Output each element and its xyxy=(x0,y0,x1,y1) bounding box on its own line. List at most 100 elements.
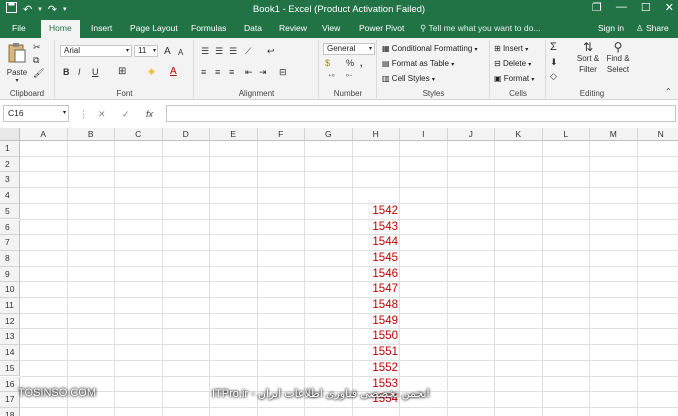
bold-button[interactable]: B xyxy=(63,67,70,78)
row-header-18[interactable]: 18 xyxy=(0,407,20,416)
column-header-l[interactable]: L xyxy=(542,128,590,141)
row-header-13[interactable]: 13 xyxy=(0,329,20,346)
select-all-corner[interactable] xyxy=(0,128,20,141)
column-header-d[interactable]: D xyxy=(162,128,210,141)
row-header-7[interactable]: 7 xyxy=(0,235,20,251)
italic-button[interactable]: I xyxy=(78,67,81,78)
row-header-3[interactable]: 3 xyxy=(0,172,20,189)
column-header-g[interactable]: G xyxy=(305,128,353,141)
number-format-select[interactable]: General ▾ xyxy=(323,43,375,55)
insert-function-button[interactable]: fx xyxy=(146,109,153,119)
cell-h5[interactable]: 1542 xyxy=(352,204,398,220)
column-header-b[interactable]: B xyxy=(67,128,115,141)
share-button[interactable]: ♙ Share xyxy=(636,23,669,34)
borders-icon[interactable]: ⊞ xyxy=(118,66,126,77)
row-header-6[interactable]: 6 xyxy=(0,219,20,236)
tab-page-layout[interactable]: Page Layout xyxy=(130,23,178,33)
orientation-icon[interactable]: ⟋ xyxy=(245,46,251,57)
font-size-select[interactable]: 11 ▾ xyxy=(134,45,158,57)
cancel-icon[interactable]: ✕ xyxy=(98,109,106,120)
cell-h8[interactable]: 1545 xyxy=(352,251,398,267)
merge-center-icon[interactable]: ⊟ xyxy=(279,67,287,78)
ribbon-display-icon[interactable]: ❐ xyxy=(592,1,602,14)
row-header-5[interactable]: 5 xyxy=(0,203,20,220)
cell-h9[interactable]: 1546 xyxy=(352,267,398,283)
column-header-n[interactable]: N xyxy=(637,128,678,141)
cell-h15[interactable]: 1552 xyxy=(352,361,398,377)
column-header-e[interactable]: E xyxy=(210,128,258,141)
align-center-icon[interactable]: ≡ xyxy=(215,67,220,78)
conditional-formatting-button[interactable]: ▦ Conditional Formatting ▾ xyxy=(382,43,478,56)
percent-button[interactable]: % xyxy=(346,58,354,69)
comma-style-button[interactable]: , xyxy=(360,58,363,69)
tab-home[interactable]: Home xyxy=(41,20,80,38)
align-middle-icon[interactable]: ☰ xyxy=(215,46,223,57)
minimize-icon[interactable]: — xyxy=(616,1,627,14)
copy-icon[interactable]: ⧉ xyxy=(33,55,39,66)
format-cells-button[interactable]: ▣ Format ▾ xyxy=(494,73,534,86)
grow-font-button[interactable]: A xyxy=(164,46,171,57)
align-left-icon[interactable]: ≡ xyxy=(201,67,206,78)
row-header-14[interactable]: 14 xyxy=(0,345,20,361)
column-header-m[interactable]: M xyxy=(590,128,638,141)
insert-cells-button[interactable]: ⊞ Insert ▾ xyxy=(494,43,528,56)
row-header-9[interactable]: 9 xyxy=(0,266,20,283)
formula-input[interactable] xyxy=(166,105,676,122)
find-select-button[interactable]: ⚲ Find & Select xyxy=(603,41,633,75)
decrease-indent-icon[interactable]: ⇤ xyxy=(245,67,253,78)
cell-h13[interactable]: 1550 xyxy=(352,329,398,345)
tab-insert[interactable]: Insert xyxy=(91,23,112,33)
delete-cells-button[interactable]: ⊟ Delete ▾ xyxy=(494,58,531,71)
cut-icon[interactable]: ✂ xyxy=(33,42,41,53)
row-header-8[interactable]: 8 xyxy=(0,250,20,267)
cell-h7[interactable]: 1544 xyxy=(352,235,398,251)
column-header-f[interactable]: F xyxy=(257,128,305,141)
tab-file[interactable]: File xyxy=(12,23,26,33)
format-as-table-button[interactable]: ▤ Format as Table ▾ xyxy=(382,58,454,71)
format-painter-icon[interactable]: 🖌 xyxy=(33,68,44,79)
align-bottom-icon[interactable]: ☰ xyxy=(229,46,237,57)
column-header-k[interactable]: K xyxy=(495,128,543,141)
maximize-icon[interactable]: ☐ xyxy=(641,1,651,14)
clear-icon[interactable]: ◇ xyxy=(550,71,557,82)
underline-button[interactable]: U xyxy=(92,67,99,78)
row-header-16[interactable]: 16 xyxy=(0,376,20,393)
column-header-h[interactable]: H xyxy=(352,128,400,141)
cell-h14[interactable]: 1551 xyxy=(352,345,398,361)
worksheet-grid[interactable]: A B C D E F G H I J K L M N 1 2 3 4 5 6 7 8 9 10 11 12 13 14 15 16 17 1… xyxy=(0,128,678,416)
fill-color-icon[interactable]: ◈ xyxy=(148,66,155,77)
row-header-2[interactable]: 2 xyxy=(0,156,20,173)
increase-indent-icon[interactable]: ⇥ xyxy=(259,67,267,78)
row-header-10[interactable]: 10 xyxy=(0,282,20,298)
accounting-format-icon[interactable]: $ xyxy=(325,58,330,69)
tab-power-pivot[interactable]: Power Pivot xyxy=(359,23,404,33)
increase-decimal-icon[interactable]: ⁺⁰ xyxy=(328,72,335,83)
row-header-17[interactable]: 17 xyxy=(0,392,20,408)
sign-in-link[interactable]: Sign in xyxy=(598,23,624,33)
font-color-icon[interactable]: A xyxy=(170,66,177,77)
row-header-1[interactable]: 1 xyxy=(0,141,20,157)
decrease-decimal-icon[interactable]: ⁰⁻ xyxy=(346,72,353,83)
align-top-icon[interactable]: ☰ xyxy=(201,46,209,57)
cell-h6[interactable]: 1543 xyxy=(352,220,398,236)
tab-formulas[interactable]: Formulas xyxy=(191,23,226,33)
row-header-12[interactable]: 12 xyxy=(0,313,20,330)
fill-icon[interactable]: ⬇ xyxy=(550,57,558,68)
collapse-ribbon-icon[interactable]: ⌃ xyxy=(665,86,672,97)
tab-review[interactable]: Review xyxy=(279,23,307,33)
font-name-select[interactable]: Arial ▾ xyxy=(60,45,132,57)
cell-h11[interactable]: 1548 xyxy=(352,298,398,314)
cell-styles-button[interactable]: ▥ Cell Styles ▾ xyxy=(382,73,435,86)
cell-h10[interactable]: 1547 xyxy=(352,282,398,298)
row-header-11[interactable]: 11 xyxy=(0,298,20,314)
tell-me-search[interactable]: ⚲ Tell me what you want to do... xyxy=(420,23,540,34)
name-box[interactable]: C16 ▾ xyxy=(3,105,69,122)
column-header-a[interactable]: A xyxy=(20,128,68,141)
tab-view[interactable]: View xyxy=(322,23,340,33)
cell-h12[interactable]: 1549 xyxy=(352,314,398,330)
wrap-text-icon[interactable]: ↩ xyxy=(267,46,275,57)
sort-filter-button[interactable]: ⇅ Sort & Filter xyxy=(573,41,603,75)
close-icon[interactable]: ✕ xyxy=(665,1,674,14)
row-header-15[interactable]: 15 xyxy=(0,360,20,377)
enter-icon[interactable]: ✓ xyxy=(122,109,130,120)
